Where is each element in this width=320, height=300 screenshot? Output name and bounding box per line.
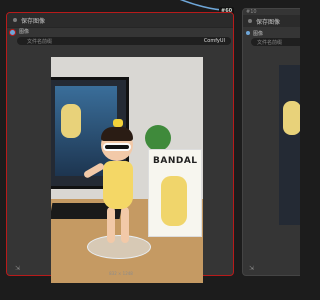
preview-pedestal: [87, 235, 151, 259]
image-preview-right[interactable]: [279, 65, 300, 225]
node-canvas[interactable]: #60 保存图像 图像 文件名前缀 ComfyUI BANDAL 832 × 1…: [0, 0, 300, 300]
widget-value: ComfyUI: [203, 38, 225, 44]
input-socket-icon[interactable]: [9, 29, 16, 36]
preview-figure: [103, 161, 133, 209]
resize-handle-icon[interactable]: ⇲: [15, 265, 20, 272]
image-preview[interactable]: BANDAL: [51, 57, 203, 283]
save-image-node[interactable]: 保存图像 图像 文件名前缀 ComfyUI BANDAL 832 × 1248 …: [6, 12, 234, 283]
input-socket-icon[interactable]: [246, 31, 250, 35]
node-title-right: 保存图像: [256, 19, 281, 26]
image-dimensions: 832 × 1248: [109, 271, 133, 276]
node-title-bar-right[interactable]: 保存图像: [243, 15, 300, 27]
preview-plant: [145, 125, 171, 151]
node-title-bar[interactable]: 保存图像: [7, 13, 233, 28]
collapse-dot-icon[interactable]: [248, 19, 252, 23]
preview-toy-box: BANDAL: [148, 149, 202, 237]
filename-prefix-field-right[interactable]: 文件名前缀: [251, 38, 300, 46]
sunglasses-icon: [103, 143, 131, 151]
resize-handle-icon[interactable]: ⇲: [249, 265, 254, 272]
node-title: 保存图像: [21, 18, 46, 25]
collapse-dot-icon[interactable]: [13, 18, 17, 22]
filename-prefix-field[interactable]: 文件名前缀 ComfyUI: [17, 37, 231, 45]
input-label: 图像: [19, 29, 30, 35]
widget-label: 文件名前缀: [27, 39, 53, 45]
input-label-right: 图像: [253, 31, 264, 37]
toy-box-label: BANDAL: [153, 156, 198, 166]
widget-label-right: 文件名前缀: [257, 40, 283, 46]
save-image-node-right[interactable]: 保存图像 图像 文件名前缀 ⇲: [242, 8, 300, 276]
node-id-badge-right: #10: [246, 9, 257, 15]
